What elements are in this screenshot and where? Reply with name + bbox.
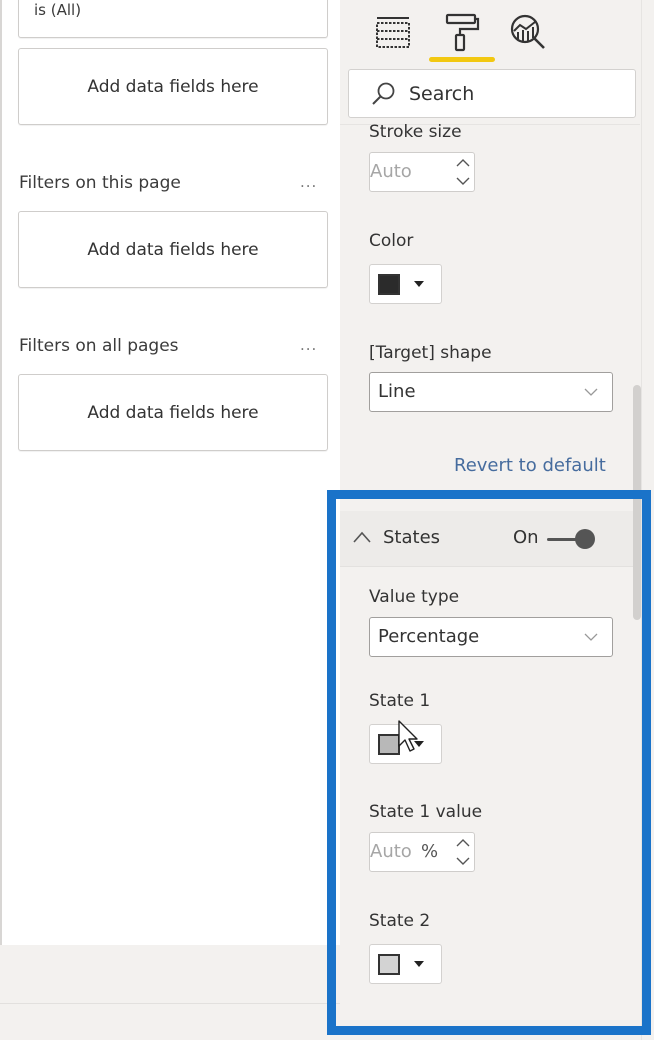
visual-filters-drop-zone[interactable]: Add data fields here: [18, 48, 328, 125]
analytics-icon: [510, 14, 545, 49]
filters-pane: is (All) Add data fields here Filters on…: [0, 0, 340, 945]
drop-zone-label: Add data fields here: [87, 402, 259, 423]
filter-value: is (All): [34, 1, 82, 19]
caret-down-icon: [414, 961, 424, 967]
filter-card-all[interactable]: is (All): [18, 0, 328, 38]
state1-value-label: State 1 value: [369, 802, 483, 822]
format-pane: Stroke size Auto Color [Target] shape Li…: [340, 0, 654, 1040]
tab-fields[interactable]: [370, 10, 416, 56]
chevron-down-icon: [584, 388, 598, 396]
stroke-size-label: Stroke size: [369, 122, 462, 142]
format-pane-scrollbar[interactable]: [633, 385, 641, 620]
more-options-icon[interactable]: ...: [300, 173, 317, 191]
page-filters-drop-zone[interactable]: Add data fields here: [18, 211, 328, 288]
toggle-state-label: On: [513, 527, 539, 548]
states-title: States: [383, 527, 441, 548]
revert-to-default-link[interactable]: Revert to default: [454, 455, 606, 476]
chevron-up-icon: [353, 531, 371, 543]
scroll-track: [641, 0, 642, 1040]
states-toggle[interactable]: [545, 528, 601, 550]
state2-swatch: [378, 954, 400, 975]
search-input[interactable]: [409, 82, 609, 105]
toggle-knob: [575, 529, 595, 549]
target-shape-label: [Target] shape: [369, 343, 492, 363]
drop-zone-label: Add data fields here: [87, 76, 259, 97]
state2-label: State 2: [369, 911, 431, 931]
state1-value-input[interactable]: Auto %: [369, 832, 475, 872]
search-icon: [372, 82, 395, 105]
target-shape-value: Line: [378, 381, 416, 402]
paint-roller-icon: [445, 13, 480, 52]
color-picker[interactable]: [369, 264, 442, 304]
spinner-arrows-icon[interactable]: [454, 154, 472, 190]
more-options-icon[interactable]: ...: [300, 336, 317, 354]
percent-unit: %: [421, 841, 439, 862]
power-bi-panes: is (All) Add data fields here Filters on…: [0, 0, 654, 1040]
color-label: Color: [369, 231, 414, 251]
state1-color-picker[interactable]: [369, 724, 442, 764]
value-type-label: Value type: [369, 587, 460, 607]
caret-down-icon: [414, 281, 424, 287]
tab-format[interactable]: [439, 10, 485, 56]
state1-value: Auto: [370, 841, 412, 862]
state2-color-picker[interactable]: [369, 944, 442, 984]
drop-zone-label: Add data fields here: [87, 239, 259, 260]
state1-label: State 1: [369, 691, 431, 711]
active-tab-indicator: [429, 57, 495, 62]
value-type-value: Percentage: [378, 626, 480, 647]
report-filters-drop-zone[interactable]: Add data fields here: [18, 374, 328, 451]
tab-analytics[interactable]: [506, 10, 552, 56]
state1-swatch: [378, 734, 400, 755]
fields-icon: [376, 17, 410, 48]
target-shape-dropdown[interactable]: Line: [369, 372, 613, 412]
filters-on-all-pages-label: Filters on all pages: [19, 336, 179, 356]
chevron-down-icon: [584, 633, 598, 641]
stroke-size-value: Auto: [370, 161, 412, 182]
color-swatch: [378, 274, 400, 295]
spinner-arrows-icon[interactable]: [454, 834, 472, 870]
stroke-size-input[interactable]: Auto: [369, 152, 475, 192]
bottom-band: [0, 945, 340, 1040]
caret-down-icon: [414, 741, 424, 747]
filters-on-this-page-label: Filters on this page: [19, 173, 181, 193]
states-section-header[interactable]: States On: [340, 511, 640, 567]
value-type-dropdown[interactable]: Percentage: [369, 617, 613, 657]
search-box[interactable]: [348, 69, 636, 118]
